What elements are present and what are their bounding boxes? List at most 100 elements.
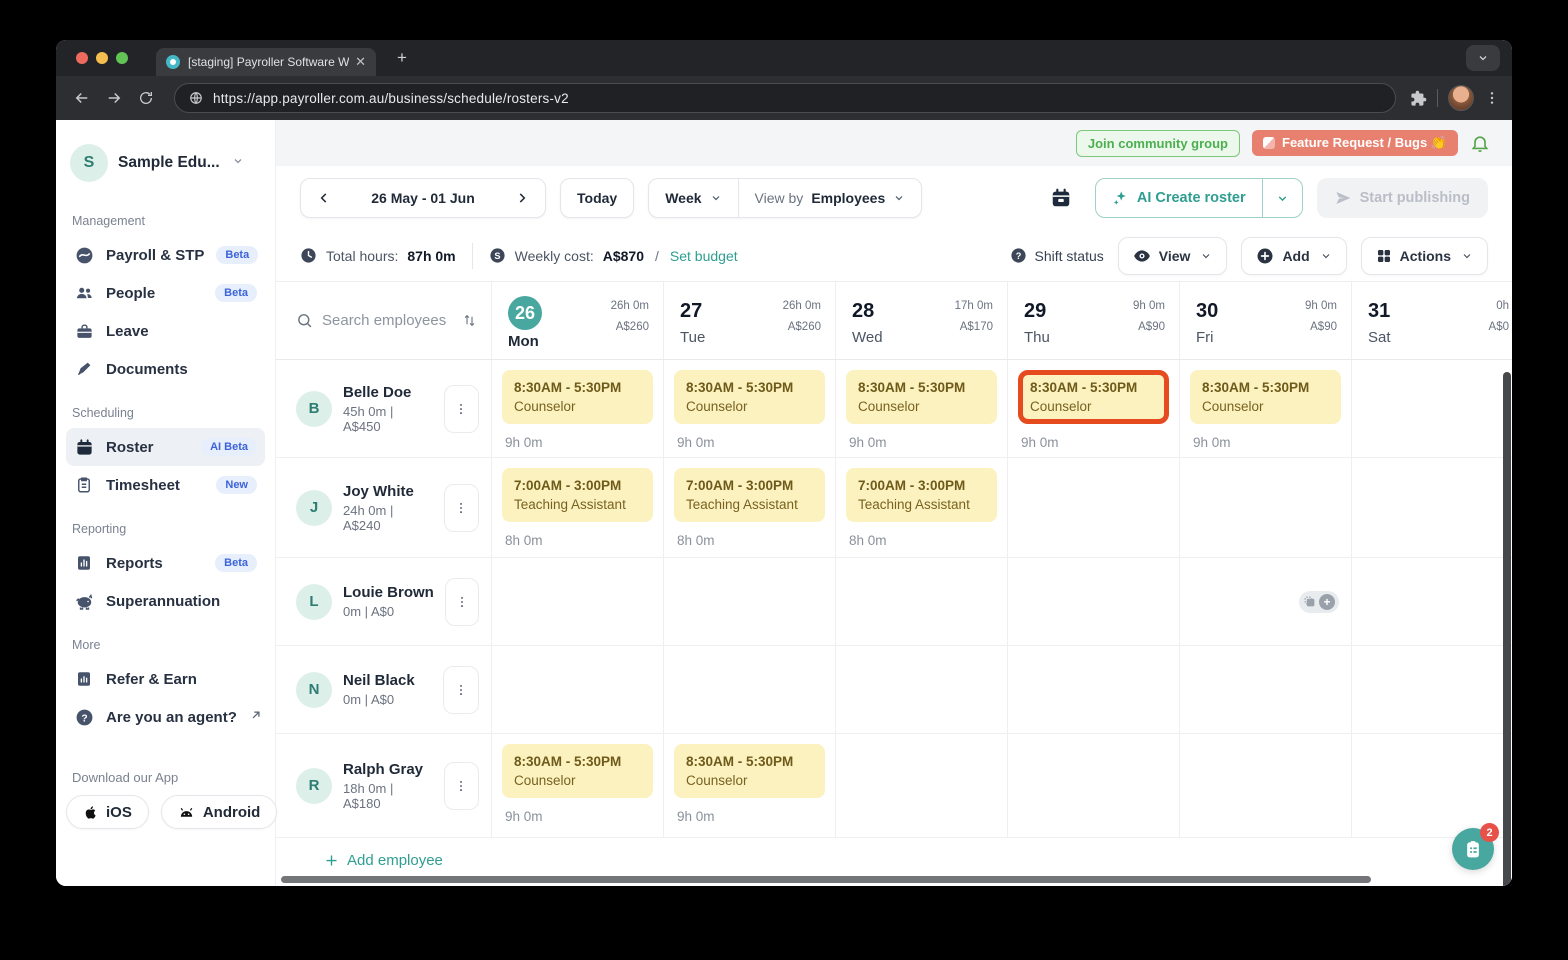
window-controls[interactable] [76,52,128,64]
shift-cell-thu[interactable] [1008,458,1180,557]
shift-status-toggle[interactable]: ? Shift status [1010,247,1104,264]
site-info-icon[interactable] [189,91,203,105]
add-shift-icon[interactable]: + [1319,593,1335,610]
ios-download-button[interactable]: iOS [66,795,149,829]
start-publishing-button[interactable]: Start publishing [1316,178,1488,218]
shift-cell-wed[interactable] [836,558,1008,645]
today-button[interactable]: Today [560,178,635,218]
paste-shift-icon[interactable] [1303,595,1316,608]
sidebar-item-people[interactable]: People Beta [66,274,265,312]
shift-cell-mon[interactable]: 8:30AM - 5:30PM Counselor 9h 0m [492,734,664,837]
shift-cell-wed[interactable]: 8:30AM - 5:30PM Counselor 9h 0m [836,360,1008,457]
calendar-icon-button[interactable] [1041,178,1081,218]
shift-cell-wed[interactable] [836,734,1008,837]
shift-cell-fri[interactable] [1180,734,1352,837]
shift-cell-thu[interactable] [1008,558,1180,645]
browser-menu-icon[interactable] [1484,90,1500,106]
sidebar-item-reports[interactable]: Reports Beta [66,544,265,582]
shift-cell-fri[interactable]: + [1180,558,1352,645]
shift-cell-tue[interactable]: 8:30AM - 5:30PM Counselor 9h 0m [664,734,836,837]
add-button[interactable]: Add [1241,236,1347,275]
sidebar-item-leave[interactable]: Leave [66,312,265,350]
set-budget-link[interactable]: Set budget [670,248,738,264]
shift-cell-mon[interactable]: 7:00AM - 3:00PM Teaching Assistant 8h 0m [492,458,664,557]
shift-cell-thu[interactable]: 8:30AM - 5:30PM Counselor 9h 0m [1008,360,1180,457]
shift-cell-sat[interactable] [1352,558,1512,645]
back-icon[interactable] [68,84,96,112]
shift-cell-fri[interactable]: 8:30AM - 5:30PM Counselor 9h 0m [1180,360,1352,457]
shift-card[interactable]: 8:30AM - 5:30PM Counselor [674,744,825,798]
shift-cell-tue[interactable]: 7:00AM - 3:00PM Teaching Assistant 8h 0m [664,458,836,557]
shift-cell-tue[interactable] [664,646,836,733]
tab-search-chevron-button[interactable] [1466,45,1500,71]
shift-cell-fri[interactable] [1180,458,1352,557]
shift-cell-wed[interactable]: 7:00AM - 3:00PM Teaching Assistant 8h 0m [836,458,1008,557]
sidebar-item-timesheet[interactable]: Timesheet New [66,466,265,504]
roster-assistant-fab[interactable]: 2 [1452,823,1499,870]
org-switcher[interactable]: S Sample Edu... [56,138,275,196]
shift-cell-mon[interactable] [492,558,664,645]
shift-cell-tue[interactable]: 8:30AM - 5:30PM Counselor 9h 0m [664,360,836,457]
shift-card[interactable]: 7:00AM - 3:00PM Teaching Assistant [674,468,825,522]
browser-tab[interactable]: [staging] Payroller Software W ✕ [156,48,376,76]
sidebar-item-refer-earn[interactable]: Refer & Earn [66,660,265,698]
horizontal-scrollbar[interactable] [281,876,1371,883]
shift-cell-sat[interactable] [1352,458,1512,557]
sidebar-item-superannuation[interactable]: Superannuation [66,582,265,620]
shift-cell-mon[interactable] [492,646,664,733]
view-by-selector[interactable]: View by Employees [739,179,922,217]
search-employees-input[interactable] [322,312,453,329]
week-selector[interactable]: Week [649,179,739,217]
shift-card[interactable]: 8:30AM - 5:30PM Counselor [502,370,653,424]
shift-cell-sat[interactable] [1352,360,1512,457]
sidebar-item-agent[interactable]: ? Are you an agent? [66,698,265,736]
shift-cell-sat[interactable] [1352,646,1512,733]
employee-menu-button[interactable] [443,384,479,433]
sidebar-item-documents[interactable]: Documents [66,350,265,388]
notifications-bell-icon[interactable] [1470,133,1490,153]
shift-card[interactable]: 8:30AM - 5:30PM Counselor [1190,370,1341,424]
sidebar-item-roster[interactable]: Roster AI Beta [66,428,265,466]
actions-button[interactable]: Actions [1360,236,1488,275]
prev-week-button[interactable] [317,191,331,205]
maximize-window-button[interactable] [116,52,128,64]
date-range-label[interactable]: 26 May - 01 Jun [371,190,475,206]
shift-cell-mon[interactable]: 8:30AM - 5:30PM Counselor 9h 0m [492,360,664,457]
feature-request-button[interactable]: Feature Request / Bugs 👏 [1252,130,1458,156]
close-window-button[interactable] [76,52,88,64]
shift-cell-wed[interactable] [836,646,1008,733]
view-button[interactable]: View [1117,236,1228,275]
next-week-button[interactable] [515,191,529,205]
reload-icon[interactable] [132,84,160,112]
minimize-window-button[interactable] [96,52,108,64]
employee-menu-button[interactable] [443,665,479,714]
shift-cell-fri[interactable] [1180,646,1352,733]
employee-menu-button[interactable] [443,483,479,532]
sidebar-item-payroll[interactable]: Payroll & STP Beta [66,236,265,274]
tab-close-icon[interactable]: ✕ [355,54,366,70]
shift-card[interactable]: 8:30AM - 5:30PM Counselor [846,370,997,424]
shift-card-highlighted[interactable]: 8:30AM - 5:30PM Counselor [1018,370,1169,424]
shift-card[interactable]: 7:00AM - 3:00PM Teaching Assistant [502,468,653,522]
extensions-icon[interactable] [1410,90,1427,107]
ai-create-dropdown-chevron[interactable] [1263,192,1302,205]
shift-card[interactable]: 7:00AM - 3:00PM Teaching Assistant [846,468,997,522]
forward-icon[interactable] [100,84,128,112]
shift-card[interactable]: 8:30AM - 5:30PM Counselor [502,744,653,798]
add-employee-button[interactable]: Add employee [276,838,1512,869]
new-tab-button[interactable]: + [390,46,414,70]
profile-avatar[interactable] [1448,85,1474,111]
vertical-scrollbar[interactable] [1503,372,1511,886]
employee-menu-button[interactable] [443,761,479,810]
shift-cell-tue[interactable] [664,558,836,645]
shift-card[interactable]: 8:30AM - 5:30PM Counselor [674,370,825,424]
ai-create-roster-button[interactable]: AI Create roster [1096,179,1263,217]
sort-icon[interactable] [462,313,477,328]
employee-menu-button[interactable] [444,577,479,626]
shift-cell-thu[interactable] [1008,734,1180,837]
join-community-button[interactable]: Join community group [1075,129,1240,157]
address-bar[interactable]: https://app.payroller.com.au/business/sc… [174,83,1396,113]
shift-cell-thu[interactable] [1008,646,1180,733]
shift-cell-sat[interactable] [1352,734,1512,837]
android-download-button[interactable]: Android [160,795,278,829]
